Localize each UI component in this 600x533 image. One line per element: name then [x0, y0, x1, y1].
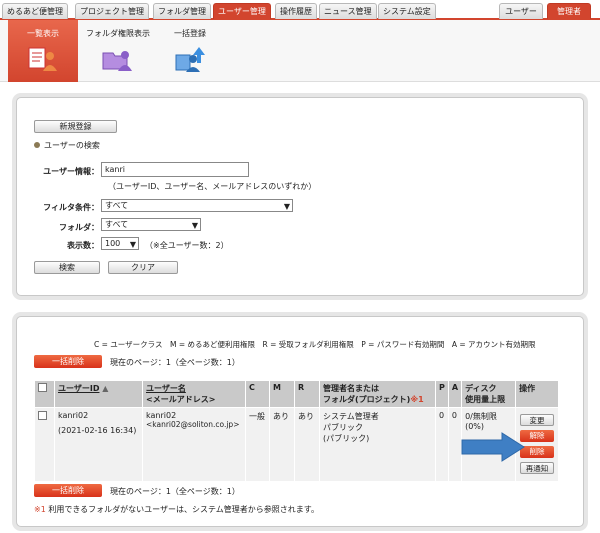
- tab-system-settings[interactable]: システム設定: [378, 3, 436, 19]
- display-count-label: 表示数：: [67, 241, 99, 250]
- manager-header-2: フォルダ(プロジェクト): [323, 395, 411, 404]
- subtab-label: 一覧表示: [27, 29, 59, 38]
- chevron-down-icon: ▼: [129, 240, 136, 249]
- user-list-panel: C = ユーザークラス M = めるあど便利用権限 R = 受取フォルダ利用権限…: [16, 316, 584, 527]
- row-userid: kanri02: [58, 411, 89, 420]
- row-p: 0: [435, 407, 449, 482]
- change-button[interactable]: 変更: [520, 414, 555, 426]
- footnote: ※1 利用できるフォルダがないユーザーは、システム管理者から参照されます。: [34, 504, 319, 515]
- bullet-icon: [34, 142, 40, 148]
- ops-header: 操作: [515, 380, 559, 408]
- user-info-input[interactable]: kanri: [101, 162, 249, 177]
- top-navigation: めるあど便管理 プロジェクト管理 フォルダ管理 ユーザー管理 操作履歴 ニュース…: [0, 0, 600, 20]
- display-count-value: 100: [105, 239, 121, 248]
- subtab-label: フォルダ権限表示: [86, 29, 150, 38]
- bulk-delete-button-top[interactable]: 一括削除: [34, 355, 102, 368]
- sort-userid-link[interactable]: ユーザーID: [58, 384, 99, 393]
- page-info-top: 現在のページ：1（全ページ数：1）: [110, 358, 240, 367]
- folder-select[interactable]: すべて ▼: [101, 218, 201, 231]
- tab-news[interactable]: ニュース管理: [319, 3, 377, 19]
- col-m: M: [269, 380, 295, 408]
- disk-header-1: ディスク: [465, 384, 497, 393]
- page-info-bottom: 現在のページ：1（全ページ数：1）: [110, 487, 240, 496]
- tab-folder[interactable]: フォルダ管理: [153, 3, 211, 19]
- new-register-button[interactable]: 新規登録: [34, 120, 117, 133]
- row-manager-3: (パブリック): [323, 434, 370, 443]
- folder-value: すべて: [105, 220, 129, 229]
- row-m: あり: [269, 407, 295, 482]
- row-email: <kanri02@soliton.co.jp>: [146, 420, 240, 429]
- subtab-label: 一括登録: [174, 29, 206, 38]
- footnote-mark: ※1: [34, 505, 46, 514]
- search-button[interactable]: 検索: [34, 261, 100, 274]
- row-checkbox[interactable]: [38, 411, 47, 420]
- tab-mail-delivery[interactable]: めるあど便管理: [2, 3, 68, 19]
- subtab-folder-permission[interactable]: フォルダ権限表示: [80, 20, 156, 82]
- sort-asc-icon: ▲: [102, 384, 109, 393]
- search-panel: 新規登録 ユーザーの検索 ユーザー情報： kanri （ユーザーID、ユーザー名…: [16, 97, 584, 296]
- tab-operation-history[interactable]: 操作履歴: [275, 3, 317, 19]
- tab-user-management[interactable]: ユーザー管理: [213, 3, 271, 19]
- sub-navigation: 一覧表示 フォルダ権限表示 一括登録: [0, 20, 600, 82]
- folder-users-icon: [102, 51, 132, 71]
- chevron-down-icon: ▼: [191, 221, 198, 230]
- select-all-checkbox[interactable]: [38, 383, 47, 392]
- row-username: kanri02: [146, 411, 177, 420]
- filter-label: フィルタ条件：: [43, 203, 99, 212]
- col-p: P: [435, 380, 449, 408]
- total-users-note: （※全ユーザー数：2）: [145, 241, 229, 250]
- subtab-bulk-register[interactable]: 一括登録: [158, 20, 222, 82]
- table-header-row: ユーザーID ▲ ユーザー名 <メールアドレス> C M R 管理者名またはフォル…: [34, 380, 559, 408]
- filter-select[interactable]: すべて ▼: [101, 199, 293, 212]
- tab-project[interactable]: プロジェクト管理: [75, 3, 149, 19]
- col-c: C: [245, 380, 270, 408]
- row-date: (2021-02-16 16:34): [58, 426, 137, 435]
- user-list-icon: [28, 47, 57, 71]
- footnote-ref: ※1: [410, 395, 424, 404]
- folder-label: フォルダ：: [59, 223, 99, 232]
- bulk-delete-button-bottom[interactable]: 一括削除: [34, 484, 102, 497]
- subtab-list-view[interactable]: 一覧表示: [8, 20, 78, 82]
- row-manager-2: パブリック: [323, 423, 363, 432]
- display-count-select[interactable]: 100 ▼: [101, 237, 139, 250]
- row-r: あり: [294, 407, 320, 482]
- user-table: ユーザーID ▲ ユーザー名 <メールアドレス> C M R 管理者名またはフォル…: [34, 380, 559, 482]
- chevron-down-icon: ▼: [283, 202, 290, 211]
- row-manager-1: システム管理者: [323, 412, 379, 421]
- tab-user-mode[interactable]: ユーザー: [499, 3, 543, 19]
- user-info-hint: （ユーザーID、ユーザー名、メールアドレスのいずれか）: [108, 182, 317, 191]
- col-a: A: [447, 380, 463, 408]
- manager-header-1: 管理者名または: [323, 384, 379, 393]
- column-legend: C = ユーザークラス M = めるあど便利用権限 R = 受取フォルダ利用権限…: [94, 340, 536, 349]
- email-header: <メールアドレス>: [146, 395, 216, 404]
- footnote-text: 利用できるフォルダがないユーザーは、システム管理者から参照されます。: [48, 505, 319, 514]
- search-heading-text: ユーザーの検索: [44, 141, 100, 150]
- row-disk-1: 0/無制限: [465, 412, 497, 421]
- disk-header-2: 使用量上限: [465, 395, 506, 404]
- user-info-label: ユーザー情報：: [43, 167, 99, 176]
- pointer-arrow-icon: [461, 432, 525, 462]
- search-heading: ユーザーの検索: [34, 140, 100, 151]
- renotify-button[interactable]: 再通知: [520, 462, 555, 474]
- bulk-upload-icon: [175, 47, 205, 72]
- sort-username-link[interactable]: ユーザー名: [146, 383, 242, 394]
- row-disk-2: (0%): [465, 422, 485, 431]
- col-r: R: [294, 380, 320, 408]
- filter-value: すべて: [105, 201, 129, 210]
- row-c: 一般: [245, 407, 270, 482]
- clear-button[interactable]: クリア: [108, 261, 178, 274]
- tab-admin-mode[interactable]: 管理者: [547, 3, 591, 19]
